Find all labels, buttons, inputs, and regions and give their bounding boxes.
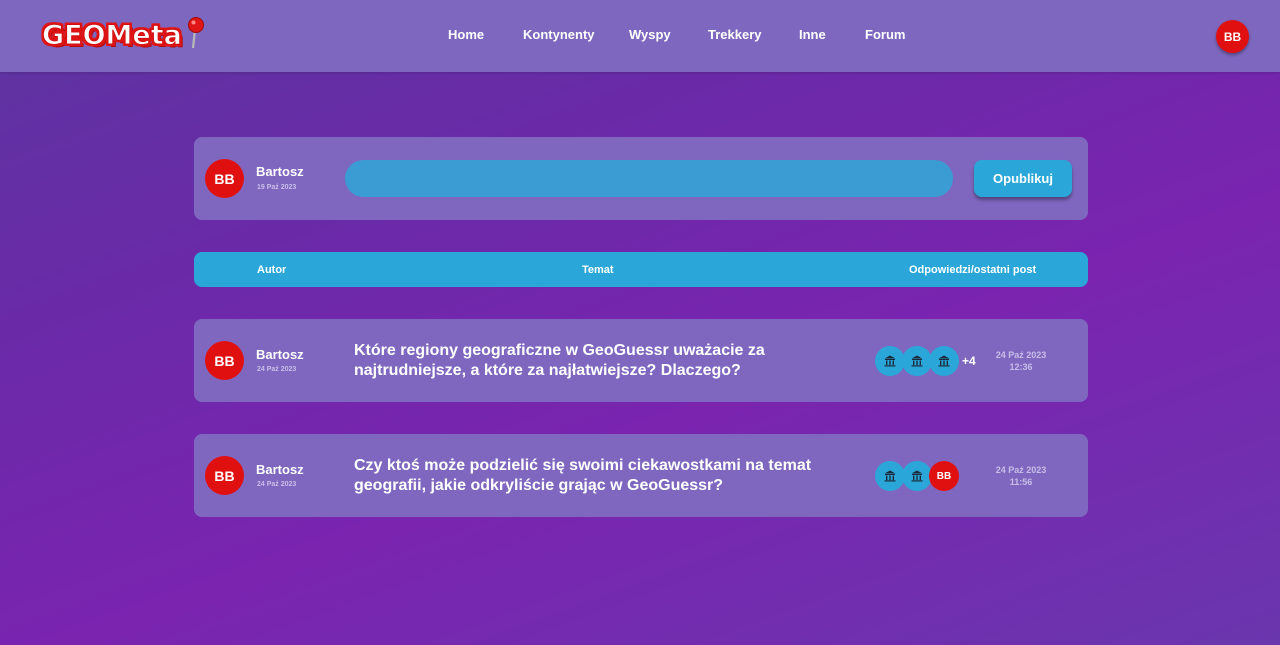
nav-home-link[interactable]: Home: [448, 27, 523, 42]
last-post-info: 24 Paź 2023 12:36: [984, 349, 1058, 373]
author-name: Bartosz: [256, 347, 304, 362]
participants-list: +4: [875, 346, 976, 376]
last-post-date: 24 Paź 2023: [995, 465, 1047, 475]
last-post-info: 24 Paź 2023 11:56: [984, 464, 1058, 488]
nav-islands-link[interactable]: Wyspy: [629, 27, 708, 42]
author-avatar: BB: [205, 159, 244, 198]
last-post-date: 24 Paź 2023: [995, 350, 1047, 360]
author-date: 24 Paź 2023: [257, 481, 297, 488]
top-navbar: GEOMeta Home Kontynenty Wyspy Trekkery I…: [0, 0, 1280, 72]
more-participants-count: +4: [962, 354, 976, 368]
author-avatar: BB: [205, 341, 244, 380]
author-date: 24 Paź 2023: [257, 366, 297, 373]
main-nav: Home Kontynenty Wyspy Trekkery Inne Foru…: [448, 27, 925, 42]
temple-icon: [938, 355, 950, 367]
participant-avatar[interactable]: [875, 461, 905, 491]
author-avatar: BB: [205, 456, 244, 495]
temple-icon: [911, 470, 923, 482]
topic-row[interactable]: BB Bartosz 24 Paź 2023 Które regiony geo…: [194, 319, 1088, 402]
temple-icon: [884, 470, 896, 482]
author-name: Bartosz: [256, 164, 304, 179]
nav-forum-link[interactable]: Forum: [865, 27, 925, 42]
participant-user-avatar[interactable]: BB: [929, 461, 959, 491]
site-logo[interactable]: GEOMeta: [42, 16, 206, 54]
new-topic-input[interactable]: [345, 160, 953, 197]
nav-continents-link[interactable]: Kontynenty: [523, 27, 629, 42]
last-post-time: 11:56: [1009, 477, 1033, 487]
publish-button[interactable]: Opublikuj: [974, 160, 1072, 197]
topic-row[interactable]: BB Bartosz 24 Paź 2023 Czy ktoś może pod…: [194, 434, 1088, 517]
author-date: 19 Paź 2023: [257, 184, 297, 191]
logo-text: GEOMeta: [42, 19, 183, 51]
participants-list: BB: [875, 461, 959, 491]
new-topic-composer: BB Bartosz 19 Paź 2023 Opublikuj: [194, 137, 1088, 220]
temple-icon: [884, 355, 896, 367]
last-post-time: 12:36: [1009, 362, 1033, 372]
participant-avatar[interactable]: [929, 346, 959, 376]
temple-icon: [911, 355, 923, 367]
user-avatar-button[interactable]: BB: [1216, 20, 1249, 53]
author-name: Bartosz: [256, 462, 304, 477]
topic-title-link[interactable]: Czy ktoś może podzielić się swoimi cieka…: [354, 456, 864, 496]
topic-title-link[interactable]: Które regiony geograficzne w GeoGuessr u…: [354, 341, 864, 381]
participant-avatar[interactable]: [902, 346, 932, 376]
map-pin-icon: [187, 17, 204, 49]
topics-table-header: Autor Temat Odpowiedzi/ostatni post: [194, 252, 1088, 287]
column-header-author: Autor: [257, 264, 287, 276]
participant-avatar[interactable]: [902, 461, 932, 491]
column-header-topic: Temat: [582, 264, 614, 276]
nav-trekkers-link[interactable]: Trekkery: [708, 27, 799, 42]
nav-other-link[interactable]: Inne: [799, 27, 865, 42]
participant-avatar[interactable]: [875, 346, 905, 376]
column-header-replies: Odpowiedzi/ostatni post: [909, 264, 1037, 276]
